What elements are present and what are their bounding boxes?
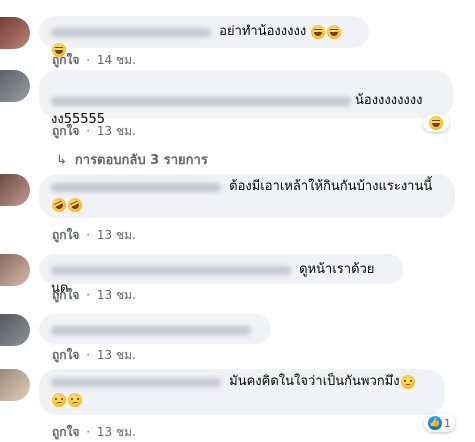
commenter-name-redacted[interactable] [51,96,351,106]
like-reaction-icon: 👍 [428,416,442,430]
timestamp[interactable]: 13 ชม. [97,288,136,302]
separator: · [86,348,91,362]
reply-arrow-icon: ↳ [56,153,67,168]
comment-bubble: น้องงงงงงงง งง55555 [39,70,453,127]
comment-text: อย่าทำน้องงงงง [219,24,307,39]
commenter-name-redacted[interactable] [51,325,251,335]
reaction-badge[interactable]: 👍 1 [424,414,455,432]
view-replies-link[interactable]: ↳ การตอบกลับ 3 รายการ [56,149,208,170]
comment-text: มันคงคิดในใจว่าเป็นกันพวกมึง [229,374,400,389]
avatar[interactable] [0,174,30,206]
comment-actions: ถูกใจ · 14 ชม. [52,52,136,68]
separator: · [86,425,91,439]
like-link[interactable]: ถูกใจ [52,228,79,242]
comment-bubble: มันคงคิดในใจว่าเป็นกันพวกมึง [39,369,445,415]
reaction-count: 1 [444,416,451,430]
avatar[interactable] [0,17,30,49]
avatar[interactable] [0,369,30,401]
comment-bubble: ดูหน้าเราด้วยนุด [39,254,403,296]
avatar[interactable] [0,254,30,286]
separator: · [86,288,91,302]
comment-actions: ถูกใจ · 13 ชม. [52,227,136,243]
timestamp[interactable]: 13 ชม. [97,124,136,138]
timestamp[interactable]: 13 ชม. [97,348,136,362]
like-link[interactable]: ถูกใจ [52,425,79,439]
comment-bubble: อย่าทำน้องงงงง [39,16,369,57]
commenter-name-redacted[interactable] [51,377,221,387]
comment-bubble [39,314,271,344]
like-link[interactable]: ถูกใจ [52,124,79,138]
rofl-emoji-icon [65,195,85,215]
timestamp[interactable]: 13 ชม. [97,425,136,439]
separator: · [86,124,91,138]
comment-actions: ถูกใจ · 13 ชม. [52,287,136,303]
like-link[interactable]: ถูกใจ [52,288,79,302]
avatar[interactable] [0,70,30,102]
timestamp[interactable]: 13 ชม. [97,228,136,242]
commenter-name-redacted[interactable] [51,265,291,275]
replies-count-label: การตอบกลับ 3 รายการ [74,153,208,168]
laugh-emoji-icon [327,25,342,39]
separator: · [86,53,91,67]
laugh-emoji-icon [311,25,326,39]
laugh-reaction-icon [429,116,443,130]
comment-actions: ถูกใจ · 13 ชม. [52,347,136,363]
comment-actions: ถูกใจ · 13 ชม. [52,424,136,440]
separator: · [86,228,91,242]
disappointed-emoji-icon [400,375,415,389]
reaction-badge[interactable] [423,114,449,132]
comment-actions: ถูกใจ · 13 ชม. [52,123,136,139]
disappointed-emoji-icon [52,393,66,407]
comment-text: ต้องมีเอาเหล้าให้กินกันบ้างแระงานนี้ [229,179,433,194]
commenter-name-redacted[interactable] [51,27,211,37]
commenter-name-redacted[interactable] [51,182,221,192]
comment-bubble: ต้องมีเอาเหล้าให้กินกันบ้างแระงานนี้ [39,174,455,218]
rofl-emoji-icon [49,195,69,215]
timestamp[interactable]: 14 ชม. [97,53,136,67]
like-link[interactable]: ถูกใจ [52,348,79,362]
avatar[interactable] [0,314,30,346]
disappointed-emoji-icon [68,393,82,407]
like-link[interactable]: ถูกใจ [52,53,79,67]
